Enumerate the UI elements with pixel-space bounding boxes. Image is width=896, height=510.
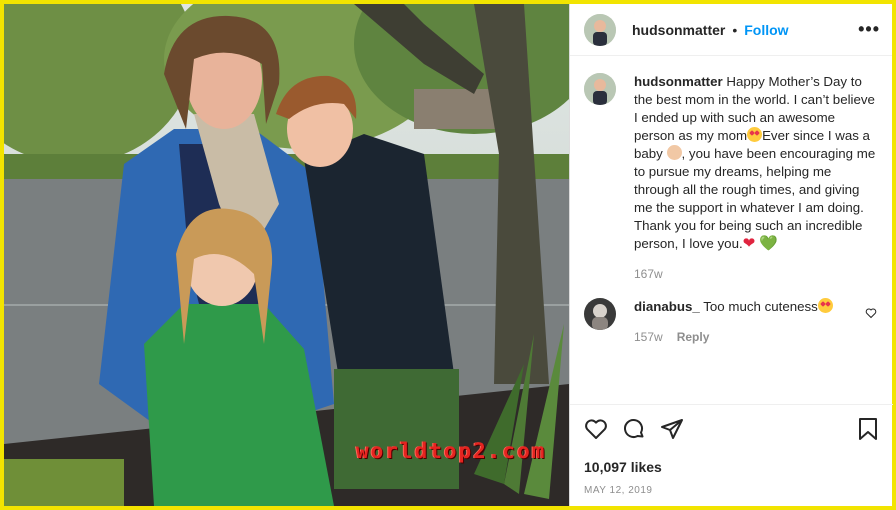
comment-text: dianabus_ Too much cuteness 157w Reply (634, 298, 878, 346)
caption-text: hudsonmatter Happy Mother’s Day to the b… (634, 73, 878, 283)
comment-meta: 157w Reply (634, 328, 878, 346)
author-avatar[interactable] (584, 13, 616, 46)
caption-age[interactable]: 167w (634, 265, 663, 283)
post-sidebar: hudsonmatter • Follow ••• hudsonmatter H… (569, 4, 893, 506)
separator-dot: • (732, 21, 738, 38)
instagram-post: worldtop2.com hudsonmatter • Follow ••• … (4, 4, 893, 506)
comment-body: Too much cuteness (703, 299, 818, 314)
more-options-icon[interactable]: ••• (858, 19, 880, 40)
caption-row: hudsonmatter Happy Mother’s Day to the b… (584, 73, 879, 283)
star-struck-emoji-icon (747, 127, 763, 142)
like-heart-icon[interactable] (584, 417, 608, 446)
author-username[interactable]: hudsonmatter (632, 22, 725, 38)
follow-button[interactable]: Follow (744, 22, 788, 38)
post-header: hudsonmatter • Follow ••• (570, 4, 892, 56)
caption-username[interactable]: hudsonmatter (634, 74, 723, 89)
comment-bubble-icon[interactable] (622, 417, 646, 446)
action-icons (584, 417, 879, 445)
reply-button[interactable]: Reply (677, 328, 710, 346)
star-struck-emoji-icon (817, 298, 833, 313)
likes-count[interactable]: 10,097 likes (584, 459, 879, 475)
comment-like-heart-icon[interactable] (865, 306, 877, 324)
comment-row: dianabus_ Too much cuteness 157w Reply (584, 298, 879, 346)
red-heart-emoji-icon: ❤ (742, 235, 756, 252)
post-date[interactable]: MAY 12, 2019 (584, 485, 879, 496)
commenter-username[interactable]: dianabus_ (634, 299, 700, 314)
comments-section: hudsonmatter Happy Mother’s Day to the b… (570, 57, 893, 403)
baby-emoji-icon (666, 145, 682, 160)
caption-avatar[interactable] (584, 73, 616, 105)
bookmark-icon[interactable] (857, 417, 879, 446)
post-photo[interactable]: worldtop2.com (4, 4, 569, 506)
share-paper-plane-icon[interactable] (660, 417, 684, 446)
green-heart-emoji-icon: 💚 (758, 235, 778, 252)
commenter-avatar[interactable] (584, 298, 616, 330)
post-actions: 10,097 likes MAY 12, 2019 (570, 404, 893, 496)
watermark: worldtop2.com (356, 439, 547, 463)
caption-meta: 167w (634, 265, 878, 283)
photo-scene (4, 4, 569, 506)
comment-age[interactable]: 157w (634, 328, 663, 346)
caption-text-3: , you have been encouraging me to pursue… (634, 146, 876, 251)
